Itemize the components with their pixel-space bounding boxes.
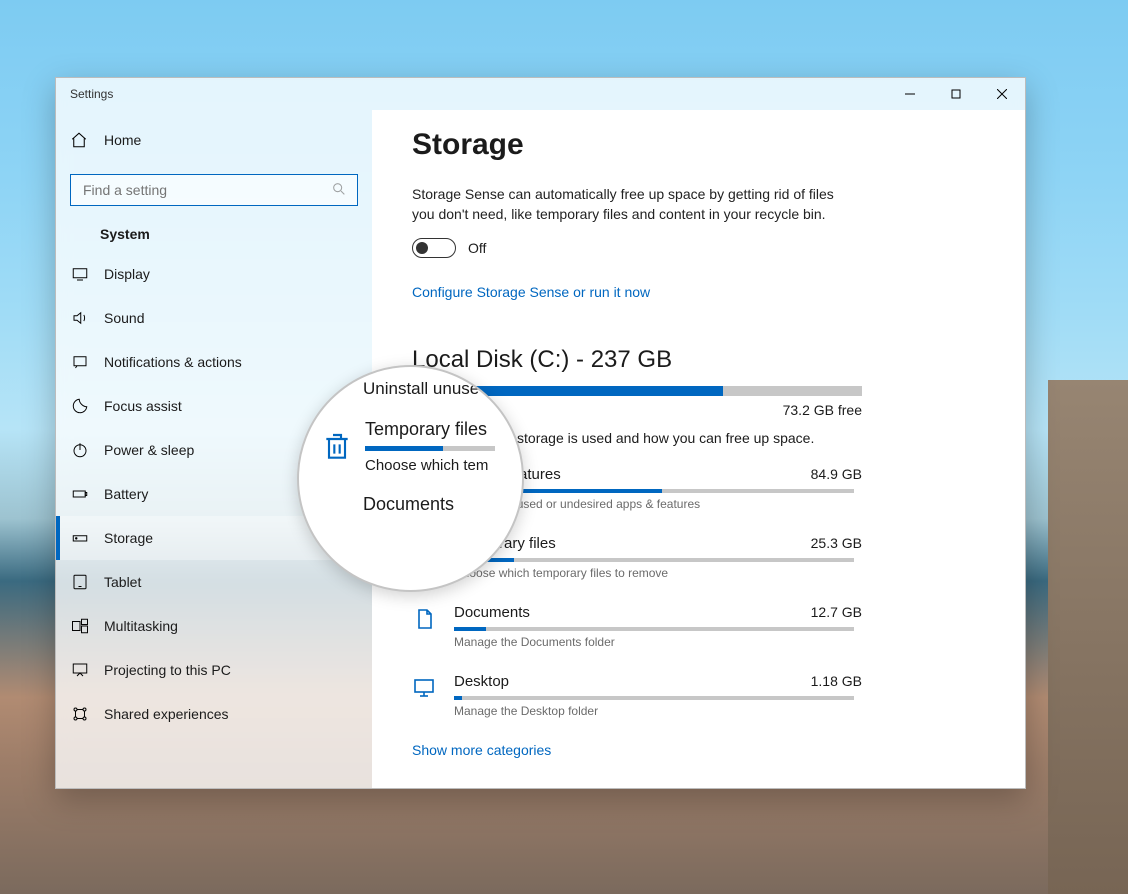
storage-sense-toggle[interactable] [412, 238, 456, 258]
display-icon [70, 265, 90, 283]
shared-experiences-icon [70, 705, 90, 723]
notifications-icon [70, 353, 90, 371]
close-button[interactable] [979, 78, 1025, 110]
search-input[interactable] [81, 181, 331, 199]
category-size: 1.18 GB [811, 673, 862, 689]
sidebar-item-label: Display [104, 266, 150, 282]
sidebar-item-label: Multitasking [104, 618, 178, 634]
sidebar-item-shared[interactable]: Shared experiences [56, 692, 372, 736]
category-sub: Manage the Desktop folder [454, 704, 862, 718]
magnifier-documents: Documents [363, 494, 500, 515]
desktop-icon [412, 676, 438, 700]
show-more-categories-link[interactable]: Show more categories [412, 742, 995, 758]
sidebar-item-sound[interactable]: Sound [56, 296, 372, 340]
magnifier-temp-sub: Choose which tem [365, 457, 495, 474]
documents-icon [412, 607, 438, 631]
search-box[interactable] [70, 174, 358, 206]
multitasking-icon [70, 617, 90, 635]
category-sub: Manage the Documents folder [454, 635, 862, 649]
sidebar-item-multitasking[interactable]: Multitasking [56, 604, 372, 648]
sidebar-section: System [100, 226, 358, 242]
settings-window: Settings [55, 77, 1026, 789]
home-label: Home [104, 132, 141, 148]
category-size: 12.7 GB [811, 604, 862, 620]
magnifier-overlay: Uninstall unuse Temporary files Choose w… [297, 365, 524, 592]
category-name: Documents [454, 604, 530, 621]
page-title: Storage [412, 128, 995, 162]
category-documents[interactable]: Documents 12.7 GB Manage the Documents fo… [412, 604, 862, 649]
power-icon [70, 441, 90, 459]
toggle-state-label: Off [468, 240, 486, 256]
sidebar-item-label: Storage [104, 530, 153, 546]
sidebar-item-label: Projecting to this PC [104, 662, 231, 678]
sidebar-item-label: Battery [104, 486, 148, 502]
window-title: Settings [56, 87, 113, 101]
sidebar-item-tablet[interactable]: Tablet [56, 560, 372, 604]
category-name: Desktop [454, 673, 509, 690]
sidebar-item-display[interactable]: Display [56, 252, 372, 296]
storage-sense-description: Storage Sense can automatically free up … [412, 184, 842, 224]
home-button[interactable]: Home [56, 120, 372, 160]
magnifier-line-uninstall: Uninstall unuse [363, 379, 500, 399]
minimize-button[interactable] [887, 78, 933, 110]
category-size: 84.9 GB [811, 466, 862, 482]
category-sub: Choose which temporary files to remove [454, 566, 862, 580]
sidebar-item-label: Tablet [104, 574, 141, 590]
configure-storage-sense-link[interactable]: Configure Storage Sense or run it now [412, 284, 995, 300]
desktop-wallpaper: Settings [0, 0, 1128, 894]
category-desktop[interactable]: Desktop 1.18 GB Manage the Desktop folder [412, 673, 862, 718]
wallpaper-cliff [1048, 380, 1128, 894]
category-size: 25.3 GB [811, 535, 862, 551]
home-icon [70, 131, 88, 149]
search-icon [331, 181, 347, 200]
projecting-icon [70, 661, 90, 679]
sidebar-item-label: Power & sleep [104, 442, 194, 458]
battery-icon [70, 485, 90, 503]
trash-icon [321, 431, 355, 463]
sidebar-item-label: Notifications & actions [104, 354, 242, 370]
tablet-icon [70, 573, 90, 591]
toggle-knob [416, 242, 428, 254]
storage-icon [70, 529, 90, 547]
sidebar-item-projecting[interactable]: Projecting to this PC [56, 648, 372, 692]
magnifier-temp-name: Temporary files [365, 419, 495, 440]
sidebar-item-label: Focus assist [104, 398, 182, 414]
sound-icon [70, 309, 90, 327]
disk-free-label: 73.2 GB free [783, 402, 862, 418]
sidebar-item-label: Shared experiences [104, 706, 229, 722]
maximize-button[interactable] [933, 78, 979, 110]
focus-assist-icon [70, 397, 90, 415]
sidebar-item-label: Sound [104, 310, 144, 326]
titlebar: Settings [56, 78, 1025, 110]
